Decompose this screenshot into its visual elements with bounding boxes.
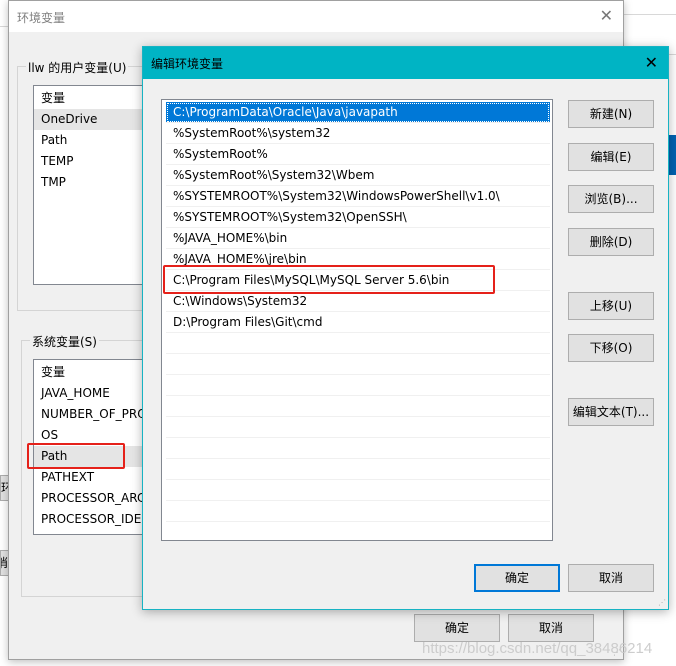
edit-text-button[interactable]: 编辑文本(T)...: [568, 398, 654, 426]
watermark: https://blog.csdn.net/qq_38486214: [422, 640, 653, 657]
close-icon[interactable]: ✕: [600, 6, 613, 25]
cancel-button[interactable]: 取消: [568, 564, 654, 592]
empty-path-row[interactable]: [166, 417, 550, 438]
path-row[interactable]: %JAVA_HOME%\bin: [166, 228, 550, 249]
ok-button[interactable]: 确定: [474, 564, 560, 592]
empty-path-row[interactable]: [166, 333, 550, 354]
outer-cancel-button[interactable]: 取消: [508, 614, 594, 642]
edit-environment-variable-dialog: 编辑环境变量 ✕ C:\ProgramData\Oracle\Java\java…: [142, 46, 669, 610]
path-row[interactable]: D:\Program Files\Git\cmd: [166, 312, 550, 333]
empty-path-row[interactable]: [166, 396, 550, 417]
path-row[interactable]: C:\Windows\System32: [166, 291, 550, 312]
path-highlight-box: [27, 443, 125, 469]
empty-path-row[interactable]: [166, 501, 550, 522]
move-up-button[interactable]: 上移(U): [568, 292, 654, 320]
mysql-highlight-box: [163, 265, 495, 294]
path-row[interactable]: %SystemRoot%\System32\Wbem: [166, 165, 550, 186]
path-row[interactable]: %SystemRoot%: [166, 144, 550, 165]
empty-path-row[interactable]: [166, 375, 550, 396]
delete-button[interactable]: 删除(D): [568, 228, 654, 256]
empty-path-row[interactable]: [166, 459, 550, 480]
path-row[interactable]: %SYSTEMROOT%\System32\WindowsPowerShell\…: [166, 186, 550, 207]
system-variables-label: 系统变量(S): [30, 333, 99, 350]
resize-grip-icon[interactable]: ⋰: [658, 598, 666, 607]
close-icon[interactable]: ✕: [645, 53, 658, 72]
background-button-label: 消: [1, 556, 8, 570]
empty-path-row[interactable]: [166, 480, 550, 501]
path-row-selected[interactable]: C:\ProgramData\Oracle\Java\javapath: [166, 102, 550, 123]
path-list[interactable]: C:\ProgramData\Oracle\Java\javapath %Sys…: [161, 99, 553, 541]
outer-ok-button[interactable]: 确定: [414, 614, 500, 642]
dialog-title: 编辑环境变量: [151, 57, 224, 71]
dialog-title: 环境变量: [17, 11, 66, 25]
empty-path-row[interactable]: [166, 354, 550, 375]
path-row[interactable]: %SYSTEMROOT%\System32\OpenSSH\: [166, 207, 550, 228]
background-fragment: [668, 135, 676, 175]
move-down-button[interactable]: 下移(O): [568, 334, 654, 362]
background-line: [0, 26, 8, 27]
edit-button[interactable]: 编辑(E): [568, 143, 654, 171]
path-row[interactable]: %SystemRoot%\system32: [166, 123, 550, 144]
title-bar: 编辑环境变量 ✕: [143, 47, 668, 79]
browse-button[interactable]: 浏览(B)...: [568, 185, 654, 213]
new-button[interactable]: 新建(N): [568, 100, 654, 128]
user-variables-label: llw 的用户变量(U): [26, 59, 129, 76]
empty-path-row[interactable]: [166, 522, 550, 540]
empty-path-row[interactable]: [166, 438, 550, 459]
background-line: [624, 14, 676, 15]
title-bar: 环境变量 ✕: [9, 1, 623, 32]
